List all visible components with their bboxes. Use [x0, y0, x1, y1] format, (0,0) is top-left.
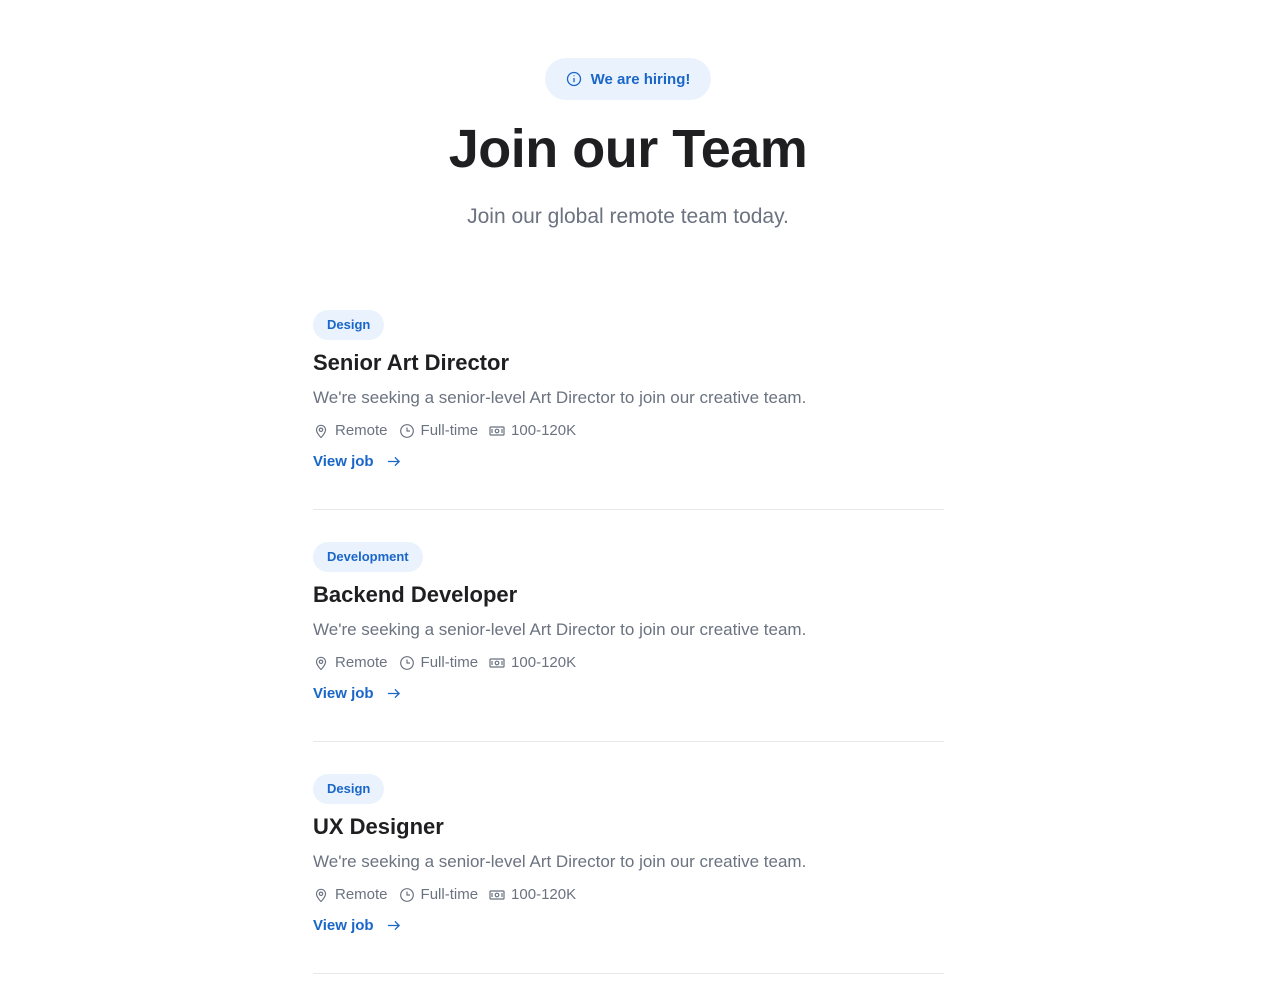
job-location: Remote — [313, 886, 388, 903]
job-title: UX Designer — [313, 814, 444, 839]
banknote-icon — [489, 889, 505, 900]
job-category-tag: Design — [313, 774, 385, 804]
arrow-right-icon — [387, 456, 400, 467]
job-salary-text: 100-120K — [511, 654, 577, 671]
job-salary: 100-120K — [489, 886, 576, 903]
job-type: Full-time — [399, 654, 479, 671]
view-job-link[interactable]: View job — [313, 453, 401, 470]
job-salary: 100-120K — [489, 422, 576, 439]
view-job-label: View job — [313, 917, 374, 934]
job-type: Full-time — [399, 422, 479, 439]
job-salary-text: 100-120K — [511, 422, 577, 439]
job-card: Development Backend Developer We're seek… — [313, 542, 944, 774]
page-title: Join our Team — [448, 119, 808, 179]
hiring-badge-label: We are hiring! — [590, 70, 691, 88]
job-meta: Remote Full-time 100-120K — [313, 422, 944, 439]
view-job-link[interactable]: View job — [313, 917, 401, 934]
info-circle-icon — [566, 71, 581, 87]
job-type: Full-time — [399, 886, 479, 903]
view-job-link[interactable]: View job — [313, 685, 401, 702]
job-type-text: Full-time — [420, 654, 479, 671]
banknote-icon — [489, 657, 505, 668]
arrow-right-icon — [387, 688, 400, 699]
job-description: We're seeking a senior-level Art Directo… — [313, 620, 807, 639]
job-description: We're seeking a senior-level Art Directo… — [313, 852, 807, 871]
job-salary: 100-120K — [489, 654, 576, 671]
job-location: Remote — [313, 422, 388, 439]
clock-icon — [399, 887, 414, 902]
job-location: Remote — [313, 654, 388, 671]
job-type-text: Full-time — [420, 886, 479, 903]
job-title: Senior Art Director — [313, 350, 510, 375]
job-salary-text: 100-120K — [511, 886, 577, 903]
page-subtitle: Join our global remote team today. — [467, 205, 789, 228]
view-job-label: View job — [313, 453, 374, 470]
job-location-text: Remote — [335, 886, 388, 903]
job-meta: Remote Full-time 100-120K — [313, 886, 944, 903]
job-card: Design UX Designer We're seeking a senio… — [313, 774, 944, 1006]
divider — [313, 509, 944, 510]
map-pin-icon — [315, 656, 327, 670]
job-category-tag: Design — [313, 310, 385, 340]
divider — [313, 973, 944, 974]
job-description: We're seeking a senior-level Art Directo… — [313, 388, 807, 407]
arrow-right-icon — [387, 920, 400, 931]
job-category-tag: Development — [313, 542, 423, 572]
clock-icon — [399, 423, 414, 438]
job-meta: Remote Full-time 100-120K — [313, 654, 944, 671]
clock-icon — [399, 655, 414, 670]
view-job-label: View job — [313, 685, 374, 702]
job-card: Design Senior Art Director We're seeking… — [313, 310, 944, 542]
job-type-text: Full-time — [420, 422, 479, 439]
job-title: Backend Developer — [313, 582, 518, 607]
map-pin-icon — [315, 888, 327, 902]
job-list: Design Senior Art Director We're seeking… — [313, 310, 944, 1006]
job-location-text: Remote — [335, 422, 388, 439]
hiring-badge: We are hiring! — [545, 58, 711, 100]
map-pin-icon — [315, 424, 327, 438]
job-location-text: Remote — [335, 654, 388, 671]
divider — [313, 741, 944, 742]
banknote-icon — [489, 425, 505, 436]
